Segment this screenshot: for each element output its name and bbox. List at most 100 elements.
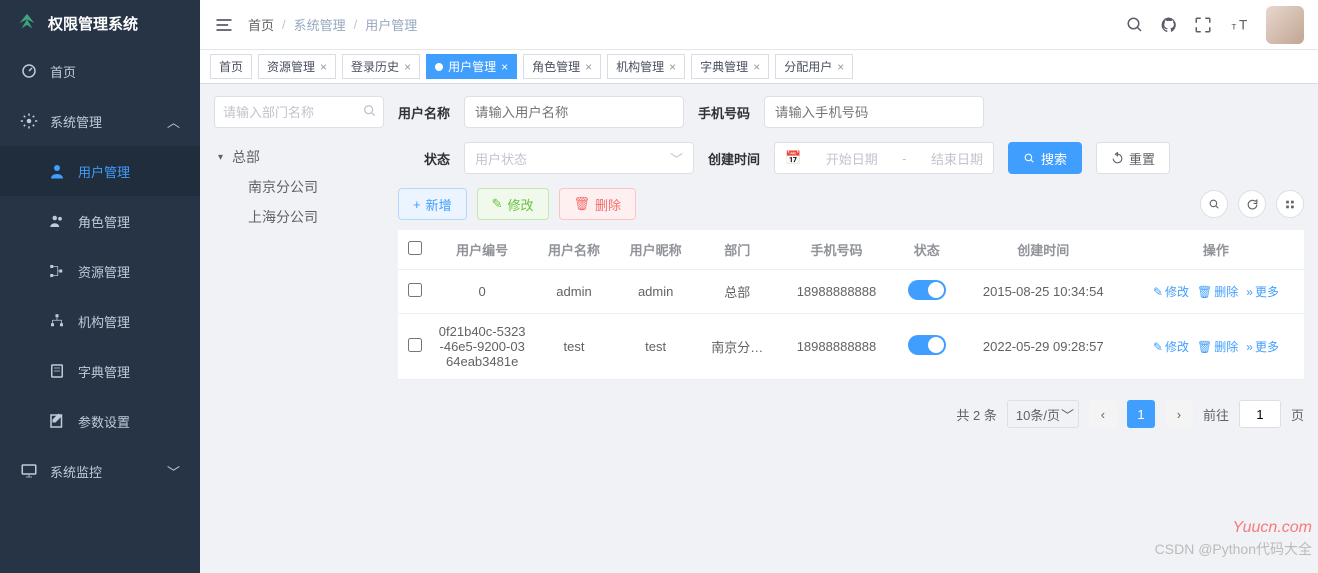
page-number-button[interactable]: 1 (1127, 400, 1155, 428)
phone-input[interactable] (764, 96, 984, 128)
next-page-button[interactable]: › (1165, 400, 1193, 428)
plus-icon: + (413, 197, 421, 212)
breadcrumb-sep: / (354, 17, 358, 32)
row-more-button[interactable]: »更多 (1246, 283, 1279, 300)
tree-icon (48, 262, 66, 280)
row-delete-button[interactable]: 🗑删除 (1197, 283, 1238, 300)
sidebar-item-resources[interactable]: 资源管理 (0, 246, 200, 296)
calendar-icon: 📅 (785, 150, 801, 166)
date-range-input[interactable]: 📅 开始日期 - 结束日期 (774, 142, 994, 174)
refresh-icon (1111, 152, 1124, 165)
row-edit-button[interactable]: ✎修改 (1153, 338, 1189, 355)
font-size-icon[interactable]: тT (1228, 16, 1250, 34)
goto-label: 前往 (1203, 405, 1229, 424)
sidebar: 权限管理系统 首页 系统管理 ︿ 用户管理 角色管理 资源管理 机构管理 (0, 0, 200, 573)
sidebar-item-monitor[interactable]: 系统监控 ﹀ (0, 446, 200, 496)
breadcrumb-page: 用户管理 (365, 15, 417, 34)
sidebar-item-label: 参数设置 (78, 412, 130, 431)
sidebar-item-params[interactable]: 参数设置 (0, 396, 200, 446)
sidebar-item-label: 字典管理 (78, 362, 130, 381)
github-icon[interactable] (1160, 16, 1178, 34)
col-nick: 用户昵称 (615, 230, 697, 270)
delete-button[interactable]: 🗑删除 (559, 188, 637, 220)
row-delete-button[interactable]: 🗑删除 (1197, 338, 1238, 355)
watermark: CSDN @Python代码大全 (1155, 539, 1312, 559)
tab-home[interactable]: 首页 (210, 54, 252, 79)
table-row: 0 admin admin 总部 18988888888 2015-08-25 … (398, 270, 1304, 314)
tab-loginhistory[interactable]: 登录历史× (342, 54, 420, 79)
breadcrumb-home[interactable]: 首页 (248, 15, 274, 34)
add-button[interactable]: +新增 (398, 188, 467, 220)
tab-dict[interactable]: 字典管理× (691, 54, 769, 79)
col-phone: 手机号码 (778, 230, 895, 270)
tree-node[interactable]: 上海分公司 (214, 202, 384, 232)
sidebar-item-home[interactable]: 首页 (0, 46, 200, 96)
close-icon[interactable]: × (320, 60, 327, 74)
close-icon[interactable]: × (837, 60, 844, 74)
tree-node[interactable]: 南京分公司 (214, 172, 384, 202)
chevron-up-icon: ︿ (167, 112, 180, 131)
status-switch[interactable] (908, 335, 946, 355)
phone-label: 手机号码 (698, 103, 750, 122)
hamburger-icon[interactable] (214, 15, 234, 35)
sidebar-item-roles[interactable]: 角色管理 (0, 196, 200, 246)
search-icon[interactable] (1126, 16, 1144, 34)
goto-suffix: 页 (1291, 405, 1304, 424)
tab-users[interactable]: 用户管理× (426, 54, 517, 79)
pager-total: 共 2 条 (956, 405, 996, 424)
tab-resource[interactable]: 资源管理× (258, 54, 336, 79)
row-checkbox[interactable] (408, 338, 422, 352)
sidebar-item-label: 角色管理 (78, 212, 130, 231)
logo-icon (16, 12, 38, 34)
svg-text:T: T (1239, 17, 1247, 32)
tabs-bar: 首页 资源管理× 登录历史× 用户管理× 角色管理× 机构管理× 字典管理× 分… (200, 50, 1318, 84)
sidebar-item-org[interactable]: 机构管理 (0, 296, 200, 346)
watermark: Yuucn.com (1233, 519, 1312, 537)
username-input[interactable] (464, 96, 684, 128)
tab-assign[interactable]: 分配用户× (775, 54, 853, 79)
row-more-button[interactable]: »更多 (1246, 338, 1279, 355)
refresh-button[interactable] (1238, 190, 1266, 218)
chevron-down-icon: ﹀ (167, 462, 180, 481)
tab-org[interactable]: 机构管理× (607, 54, 685, 79)
dept-search-input[interactable] (214, 96, 384, 128)
tab-roles[interactable]: 角色管理× (523, 54, 601, 79)
gear-icon (20, 112, 38, 130)
search-icon (362, 103, 378, 119)
goto-page-input[interactable] (1239, 400, 1281, 428)
status-label: 状态 (424, 149, 450, 168)
toggle-search-button[interactable] (1200, 190, 1228, 218)
col-ops: 操作 (1128, 230, 1304, 270)
close-icon[interactable]: × (753, 60, 760, 74)
sidebar-item-users[interactable]: 用户管理 (0, 146, 200, 196)
row-edit-button[interactable]: ✎修改 (1153, 283, 1189, 300)
close-icon[interactable]: × (669, 60, 676, 74)
edit-icon (48, 412, 66, 430)
user-icon (48, 162, 66, 180)
tree-node-root[interactable]: ▾总部 (214, 142, 384, 172)
edit-button[interactable]: ✎修改 (477, 188, 549, 220)
search-icon (1023, 152, 1036, 165)
close-icon[interactable]: × (404, 60, 411, 74)
prev-page-button[interactable]: ‹ (1089, 400, 1117, 428)
table-row: 0f21b40c-5323-46e5-9200-0364eab3481e tes… (398, 314, 1304, 380)
username-label: 用户名称 (398, 103, 450, 122)
row-checkbox[interactable] (408, 283, 422, 297)
sidebar-item-dict[interactable]: 字典管理 (0, 346, 200, 396)
select-all-checkbox[interactable] (408, 241, 422, 255)
sidebar-item-system[interactable]: 系统管理 ︿ (0, 96, 200, 146)
close-icon[interactable]: × (501, 60, 508, 74)
col-ctime: 创建时间 (959, 230, 1128, 270)
fullscreen-icon[interactable] (1194, 16, 1212, 34)
trash-icon: 🗑 (574, 196, 591, 212)
avatar[interactable] (1266, 6, 1304, 44)
status-switch[interactable] (908, 280, 946, 300)
reset-button[interactable]: 重置 (1096, 142, 1170, 174)
page-size-select[interactable]: 10条/页﹀ (1007, 400, 1079, 428)
close-icon[interactable]: × (585, 60, 592, 74)
column-button[interactable] (1276, 190, 1304, 218)
chevron-down-icon: ﹀ (670, 149, 683, 168)
breadcrumb-sys[interactable]: 系统管理 (294, 15, 346, 34)
status-select[interactable]: 用户状态 ﹀ (464, 142, 694, 174)
search-button[interactable]: 搜索 (1008, 142, 1082, 174)
